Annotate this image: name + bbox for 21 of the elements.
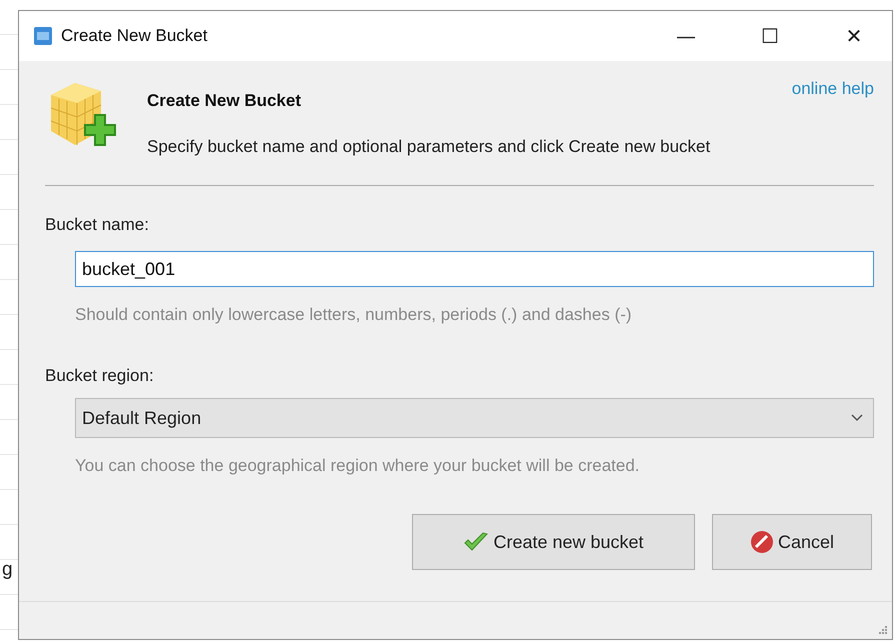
bucket-name-field[interactable]: bucket_001: [75, 251, 874, 287]
cancel-icon: [750, 530, 774, 554]
field-label: Bucket region:: [45, 366, 155, 386]
chevron-down-icon: [851, 414, 863, 422]
window-title: Create New Bucket: [61, 26, 208, 46]
app-icon: [33, 26, 53, 46]
dialog-heading: Create New Bucket: [147, 91, 302, 111]
dialog-description: Specify bucket name and optional parameters and click Create new bucket: [147, 137, 712, 157]
dropdown-value: Default Region: [82, 408, 202, 428]
field-label: Bucket name:: [45, 215, 150, 235]
field-hint: Should contain only lowercase letters, numbers, periods (.) and dashes (-): [75, 305, 633, 325]
cancel-button[interactable]: Cancel: [712, 514, 872, 570]
create-button[interactable]: Create new bucket: [412, 514, 695, 570]
close-button[interactable]: ✕: [816, 11, 892, 61]
check-icon: [463, 532, 490, 552]
background-text: g: [1, 559, 14, 581]
resize-grip-icon[interactable]: [878, 625, 888, 635]
field-hint: You can choose the geographical region where your bucket will be created.: [75, 456, 641, 476]
minimize-button[interactable]: —: [648, 11, 724, 61]
region-dropdown[interactable]: Default Region: [75, 398, 874, 438]
maximize-button[interactable]: ☐: [732, 11, 808, 61]
